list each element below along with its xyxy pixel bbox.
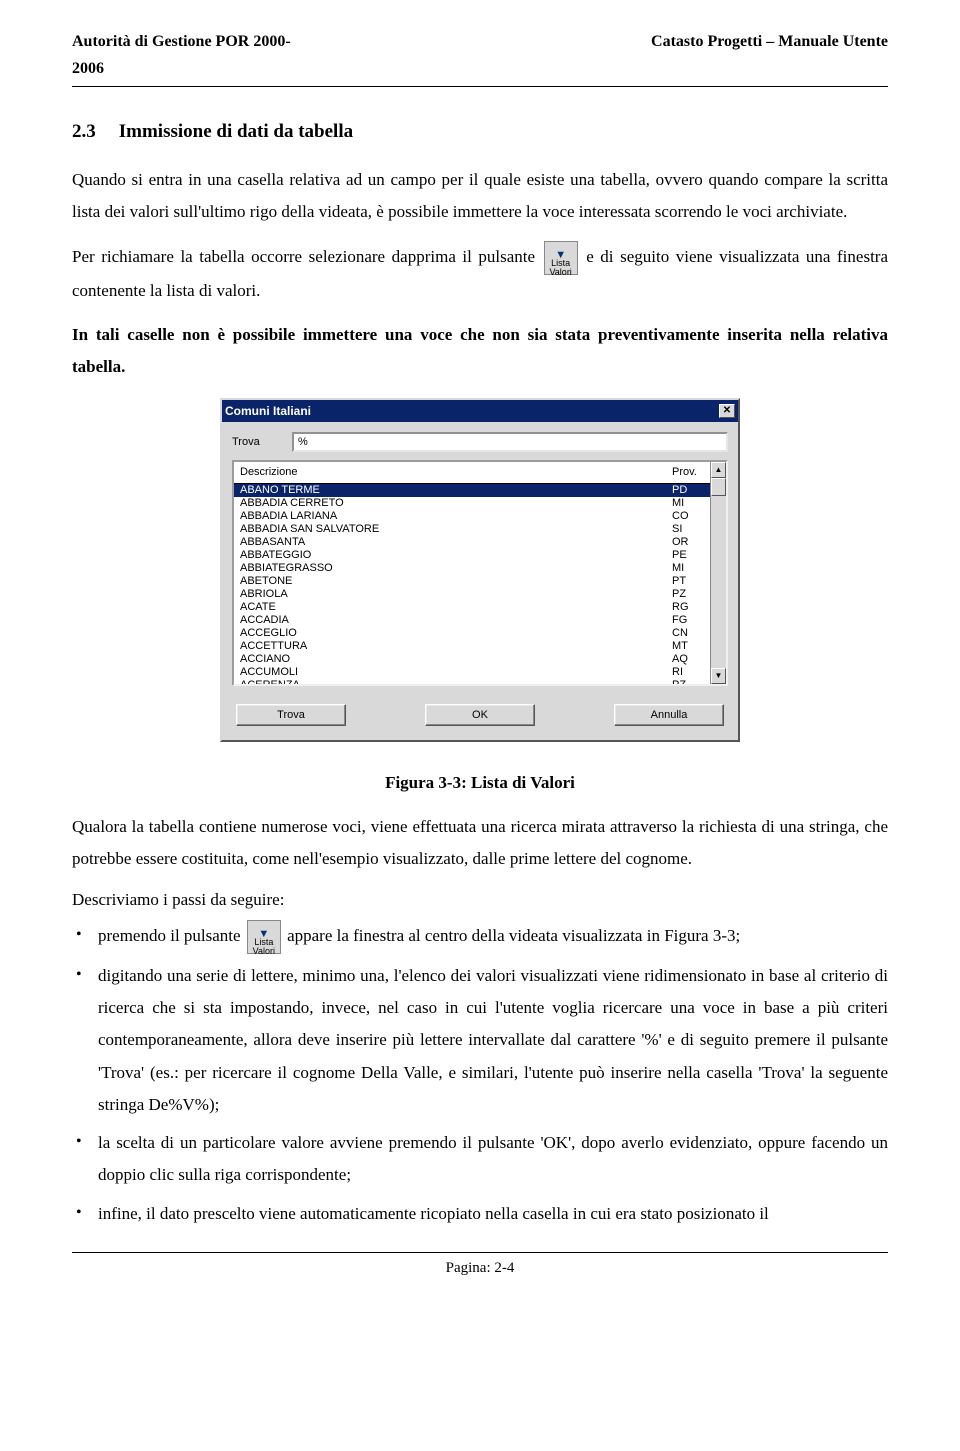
list-item-descrizione: ACATE [234,601,666,614]
scrollbar[interactable]: ▲ ▼ [710,462,726,684]
dialog-figure: Comuni Italiani ✕ Trova Descrizione Prov… [72,398,888,743]
step-1b: appare la finestra al centro della videa… [287,926,740,945]
step-4: infine, il dato prescelto viene automati… [72,1198,888,1230]
paragraph-2: Per richiamare la tabella occorre selezi… [72,241,888,307]
paragraph-1: Quando si entra in una casella relativa … [72,164,888,229]
scroll-up-icon[interactable]: ▲ [711,462,726,478]
step-1: premendo il pulsante ▼ Lista Valori appa… [72,920,888,954]
values-listbox[interactable]: Descrizione Prov. ABANO TERMEPDABBADIA C… [232,460,728,686]
list-item-descrizione: ABBATEGGIO [234,549,666,562]
list-item[interactable]: ABBASANTAOR [234,536,726,549]
list-item-descrizione: ACCEGLIO [234,627,666,640]
list-item-descrizione: ACCADIA [234,614,666,627]
lista-valori-icon[interactable]: ▼ Lista Valori [247,920,281,954]
list-col-descrizione: Descrizione [234,462,666,483]
list-item-descrizione: ABRIOLA [234,588,666,601]
figure-caption: Figura 3-3: Lista di Valori [72,770,888,796]
list-item[interactable]: ABBADIA SAN SALVATORESI [234,523,726,536]
list-item-descrizione: ABBASANTA [234,536,666,549]
step-1a: premendo il pulsante [98,926,245,945]
list-item[interactable]: ABBADIA CERRETOMI [234,497,726,510]
scroll-thumb[interactable] [711,478,726,496]
list-item[interactable]: ABETONEPT [234,575,726,588]
list-item[interactable]: ABBATEGGIOPE [234,549,726,562]
page-header: Autorità di Gestione POR 2000- Catasto P… [72,30,888,55]
section-number: 2.3 [72,117,114,146]
lista-valori-icon[interactable]: ▼ Lista Valori [544,241,578,275]
paragraph-4: Qualora la tabella contiene numerose voc… [72,811,888,876]
page-footer: Pagina: 2-4 [72,1257,888,1280]
list-item-descrizione: ACERENZA [234,679,666,684]
step-2: digitando una serie di lettere, minimo u… [72,960,888,1121]
ok-button[interactable]: OK [425,704,535,726]
dialog-titlebar: Comuni Italiani ✕ [222,400,738,423]
steps-list: premendo il pulsante ▼ Lista Valori appa… [72,920,888,1230]
list-item[interactable]: ACCEGLIOCN [234,627,726,640]
step-3: la scelta di un particolare valore avvie… [72,1127,888,1192]
list-item-descrizione: ABANO TERME [234,484,666,497]
icon-label-2: Valori [545,264,577,281]
list-item-descrizione: ACCUMOLI [234,666,666,679]
list-item[interactable]: ABRIOLAPZ [234,588,726,601]
section-heading: 2.3 Immissione di dati da tabella [72,117,888,146]
list-item[interactable]: ABBIATEGRASSOMI [234,562,726,575]
list-item-descrizione: ABBIATEGRASSO [234,562,666,575]
paragraph-5: Descriviamo i passi da seguire: [72,887,888,913]
list-item[interactable]: ACCETTURAMT [234,640,726,653]
trova-button[interactable]: Trova [236,704,346,726]
dialog-title: Comuni Italiani [225,402,311,421]
section-title-text: Immissione di dati da tabella [119,121,353,142]
footer-rule [72,1252,888,1253]
header-rule [72,86,888,87]
header-right: Catasto Progetti – Manuale Utente [651,30,888,55]
list-item[interactable]: ABBADIA LARIANACO [234,510,726,523]
list-item[interactable]: ACERENZAPZ [234,679,726,684]
annulla-button[interactable]: Annulla [614,704,724,726]
icon-label-2: Valori [248,943,280,960]
find-label: Trova [232,434,284,451]
list-item[interactable]: ACATERG [234,601,726,614]
list-item-descrizione: ABBADIA CERRETO [234,497,666,510]
list-header: Descrizione Prov. [234,462,726,484]
list-item-descrizione: ACCETTURA [234,640,666,653]
scroll-down-icon[interactable]: ▼ [711,668,726,684]
list-item-descrizione: ABBADIA SAN SALVATORE [234,523,666,536]
list-item-descrizione: ABETONE [234,575,666,588]
paragraph-3: In tali caselle non è possibile immetter… [72,319,888,384]
header-year: 2006 [72,57,888,82]
find-input[interactable] [292,432,728,452]
find-row: Trova [222,422,738,460]
list-item-descrizione: ABBADIA LARIANA [234,510,666,523]
list-item[interactable]: ACCUMOLIRI [234,666,726,679]
close-icon[interactable]: ✕ [719,404,735,418]
dialog-button-row: Trova OK Annulla [222,694,738,740]
paragraph-2a: Per richiamare la tabella occorre selezi… [72,247,542,266]
list-item[interactable]: ACCADIAFG [234,614,726,627]
comuni-dialog: Comuni Italiani ✕ Trova Descrizione Prov… [220,398,740,743]
list-item[interactable]: ABANO TERMEPD [234,484,726,497]
list-item[interactable]: ACCIANOAQ [234,653,726,666]
header-left: Autorità di Gestione POR 2000- [72,30,291,55]
list-item-descrizione: ACCIANO [234,653,666,666]
